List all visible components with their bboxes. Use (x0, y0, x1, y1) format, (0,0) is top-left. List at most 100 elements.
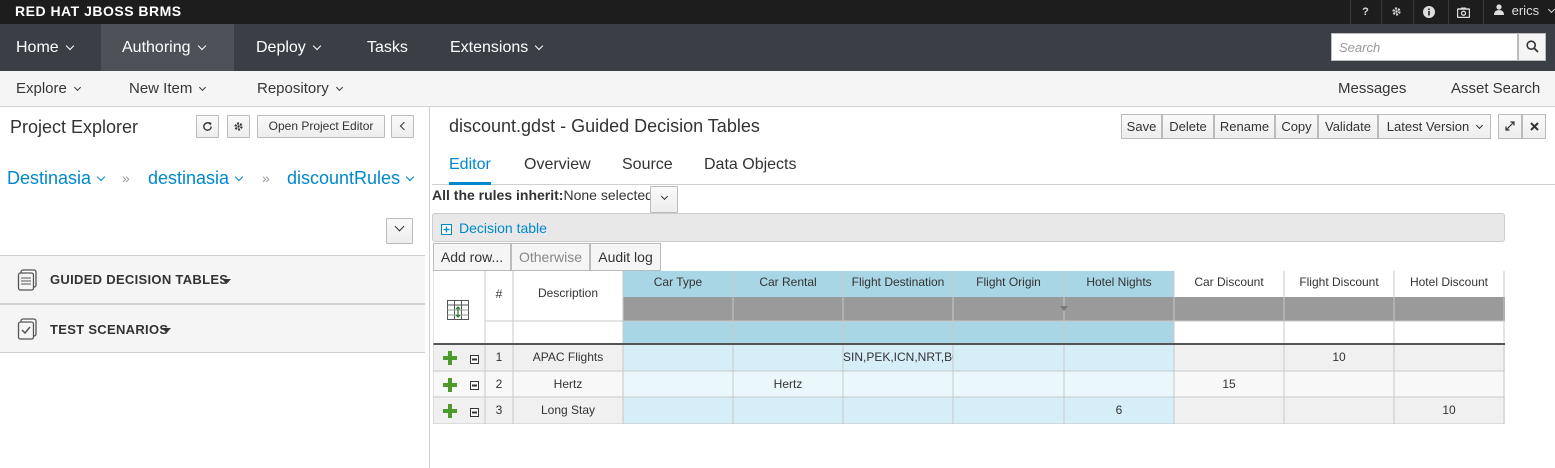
info-icon[interactable] (1413, 0, 1443, 24)
maximize-button[interactable] (1498, 114, 1522, 139)
user-menu[interactable]: erics (1483, 0, 1555, 24)
table-cell[interactable] (623, 397, 733, 424)
table-cell[interactable]: 10 (1284, 344, 1394, 371)
tabs-divider (432, 184, 1555, 185)
table-cell[interactable]: Long Stay (513, 397, 623, 424)
copy-button[interactable]: Copy (1275, 114, 1318, 139)
tab-source[interactable]: Source (622, 156, 673, 174)
camera-icon[interactable] (1448, 0, 1478, 24)
subnav-explore[interactable]: Explore (16, 71, 81, 107)
add-row-icon[interactable] (443, 351, 457, 365)
header-flight-discount[interactable]: Flight Discount (1284, 275, 1394, 289)
search-input[interactable]: Search (1331, 33, 1518, 61)
table-cell[interactable] (953, 344, 1064, 371)
rename-button[interactable]: Rename (1214, 114, 1275, 139)
header-car-rental[interactable]: Car Rental (733, 275, 843, 293)
nav-deploy[interactable]: Deploy (240, 24, 336, 71)
header-hotel-discount[interactable]: Hotel Discount (1394, 275, 1504, 289)
nav-extensions[interactable]: Extensions (434, 24, 558, 71)
table-cell[interactable]: APAC Flights (513, 344, 623, 371)
refresh-button[interactable] (196, 115, 219, 138)
table-cell[interactable] (733, 344, 843, 371)
chevron-down-icon (394, 221, 405, 232)
nav-home[interactable]: Home (0, 24, 89, 71)
table-cell[interactable] (843, 397, 953, 424)
add-row-icon[interactable] (443, 404, 457, 418)
delete-row-icon[interactable] (470, 381, 479, 390)
chevron-down-icon (312, 41, 322, 51)
table-cell[interactable] (623, 371, 733, 397)
chevron-down-icon (65, 41, 74, 51)
table-cell[interactable] (1394, 371, 1504, 397)
table-cell[interactable]: 10 (1394, 397, 1504, 424)
table-cell[interactable]: 6 (1064, 397, 1174, 424)
table-cell[interactable] (733, 397, 843, 424)
chevron-down-icon (199, 83, 207, 92)
breadcrumb-repository[interactable]: destinasia (148, 168, 244, 189)
audit-log-button[interactable]: Audit log (590, 243, 661, 271)
user-icon (1494, 4, 1504, 15)
table-cell[interactable] (953, 397, 1064, 424)
chevron-left-icon (399, 121, 409, 131)
settings-button[interactable] (227, 115, 250, 138)
tab-editor[interactable]: Editor (449, 156, 491, 174)
user-name: erics (1511, 3, 1540, 18)
table-cell[interactable] (1394, 344, 1504, 371)
otherwise-button[interactable]: Otherwise (511, 243, 590, 271)
breadcrumb-project[interactable]: discountRules (287, 168, 415, 189)
gear-icon (234, 122, 243, 131)
tab-overview[interactable]: Overview (524, 156, 591, 174)
latest-version-dropdown[interactable]: Latest Version (1378, 114, 1491, 139)
header-row-number: # (495, 287, 503, 301)
tab-data-objects[interactable]: Data Objects (704, 156, 796, 174)
decision-table-bar[interactable]: Decision table (432, 213, 1505, 242)
table-cell[interactable] (1064, 371, 1174, 397)
nav-tasks[interactable]: Tasks (351, 24, 424, 71)
validate-button[interactable]: Validate (1318, 114, 1378, 139)
search-button[interactable] (1518, 33, 1546, 61)
open-project-editor-button[interactable]: Open Project Editor (257, 115, 385, 138)
header-hotel-nights[interactable]: Hotel Nights (1064, 275, 1174, 289)
table-cell[interactable]: Hertz (733, 371, 843, 397)
chevron-down-icon (335, 83, 343, 92)
help-icon[interactable]: ? (1350, 0, 1380, 24)
save-button[interactable]: Save (1121, 114, 1162, 139)
breadcrumb-separator: » (122, 170, 130, 186)
section-test-scenarios[interactable]: TEST SCENARIOS (0, 304, 425, 353)
table-cell[interactable] (1174, 344, 1284, 371)
delete-row-icon[interactable] (470, 355, 479, 364)
section-guided-decision-tables[interactable]: GUIDED DECISION TABLES (0, 255, 425, 304)
header-flight-origin[interactable]: Flight Origin (953, 275, 1064, 289)
header-flight-destination[interactable]: Flight Destination (843, 275, 953, 289)
nav-authoring[interactable]: Authoring (101, 24, 234, 71)
table-cell[interactable] (623, 344, 733, 371)
table-cell[interactable]: Hertz (513, 371, 623, 397)
gear-icon[interactable] (1381, 0, 1411, 24)
table-cell[interactable] (953, 371, 1064, 397)
search-icon (1526, 40, 1539, 53)
header-car-discount[interactable]: Car Discount (1174, 275, 1284, 289)
collapse-panel-button[interactable] (391, 115, 414, 138)
inherit-dropdown-button[interactable] (650, 186, 678, 213)
subnav-messages[interactable]: Messages (1338, 71, 1406, 107)
table-cell[interactable] (1284, 397, 1394, 424)
subnav-new-item[interactable]: New Item (129, 71, 207, 107)
close-button[interactable] (1522, 114, 1546, 139)
column-config-icon[interactable] (447, 300, 469, 320)
table-cell[interactable] (1064, 344, 1174, 371)
breadcrumb-org[interactable]: Destinasia (7, 168, 106, 189)
delete-row-icon[interactable] (470, 408, 479, 417)
package-dropdown-button[interactable] (386, 218, 413, 244)
table-cell[interactable] (1284, 371, 1394, 397)
add-row-icon[interactable] (443, 378, 457, 392)
delete-button[interactable]: Delete (1162, 114, 1214, 139)
table-cell[interactable]: SIN,PEK,ICN,NRT,BO (843, 344, 953, 371)
subnav-asset-search[interactable]: Asset Search (1451, 71, 1540, 107)
add-row-button[interactable]: Add row... (433, 243, 511, 271)
header-car-type[interactable]: Car Type (623, 275, 733, 289)
table-cell[interactable] (1174, 397, 1284, 424)
table-cell[interactable]: 15 (1174, 371, 1284, 397)
subnav-repository[interactable]: Repository (257, 71, 343, 107)
section-title: GUIDED DECISION TABLES (50, 272, 229, 287)
table-cell[interactable] (843, 371, 953, 397)
